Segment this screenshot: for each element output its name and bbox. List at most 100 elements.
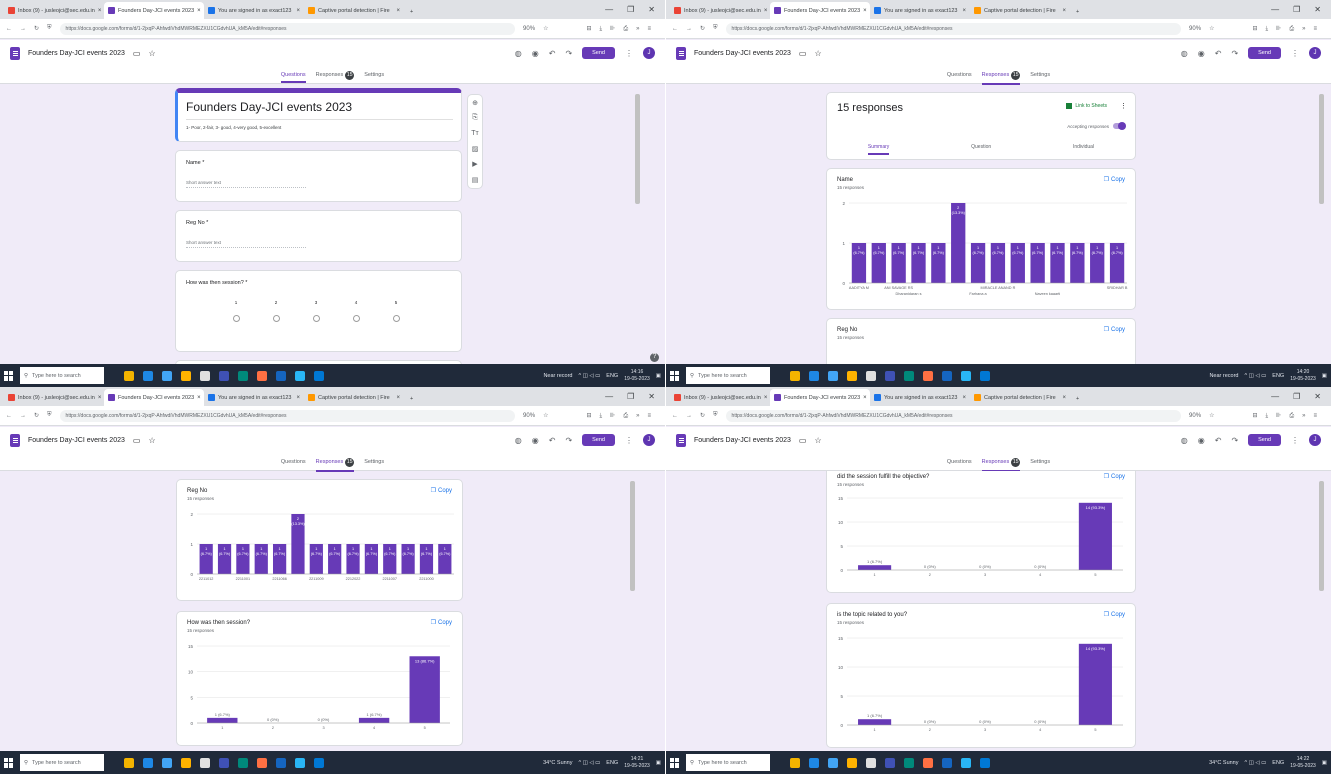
browser-tab[interactable]: You are signed in as exact123 × — [870, 2, 970, 19]
redo-icon[interactable]: ↷ — [1231, 49, 1238, 58]
help-icon[interactable]: ? — [650, 353, 659, 362]
tab-settings[interactable]: Settings — [364, 459, 384, 465]
taskbar-search[interactable]: ⚲ Type here to search — [686, 754, 770, 771]
taskbar-app-icon[interactable] — [904, 370, 914, 381]
taskbar-app-icon[interactable] — [790, 370, 800, 381]
more-options-icon[interactable]: ⋮ — [1291, 436, 1299, 445]
taskbar-search[interactable]: ⚲ Type here to search — [20, 754, 104, 771]
preview-icon[interactable]: ◉ — [1198, 49, 1205, 58]
redo-icon[interactable]: ↷ — [565, 436, 572, 445]
taskbar-app-icon[interactable] — [809, 757, 819, 768]
taskbar-app-icon[interactable] — [295, 370, 305, 381]
send-button[interactable]: Send — [582, 47, 615, 59]
taskbar-app-icon[interactable] — [314, 370, 324, 381]
send-button[interactable]: Send — [582, 434, 615, 446]
taskbar-app-icon[interactable] — [847, 757, 857, 768]
scale-option[interactable]: 4 — [336, 300, 376, 322]
close-tab-icon[interactable]: × — [764, 395, 768, 401]
maximize-button[interactable]: ❐ — [627, 5, 634, 14]
tab-responses[interactable]: Responses 15 — [981, 457, 1021, 472]
radio-button[interactable] — [232, 315, 240, 322]
bookmark-star-icon[interactable]: ☆ — [1209, 25, 1214, 32]
tab-settings[interactable]: Settings — [1030, 72, 1050, 78]
minimize-button[interactable]: — — [605, 5, 613, 14]
browser-tab[interactable]: Captive portal detection | Fire × — [970, 2, 1070, 19]
back-icon[interactable]: ← — [672, 413, 678, 419]
taskbar-app-icon[interactable] — [162, 370, 172, 381]
send-button[interactable]: Send — [1248, 434, 1281, 446]
maximize-button[interactable]: ❐ — [1293, 5, 1300, 14]
zoom-level[interactable]: 90% — [1189, 26, 1201, 32]
taskbar-app-icon[interactable] — [809, 370, 819, 381]
browser-tab[interactable]: Inbox (9) - jusleojci@sec.edu.in × — [4, 2, 104, 19]
page-scrollbar[interactable] — [1319, 481, 1324, 591]
avatar[interactable]: J — [643, 47, 655, 59]
close-tab-icon[interactable]: × — [98, 8, 102, 14]
close-tab-icon[interactable]: × — [962, 8, 966, 14]
minimize-button[interactable]: — — [1271, 392, 1279, 401]
page-scrollbar[interactable] — [1319, 94, 1324, 204]
taskbar-app-icon[interactable] — [942, 757, 952, 768]
taskbar-app-icon[interactable] — [276, 370, 286, 381]
close-window-button[interactable]: ✕ — [1314, 5, 1321, 14]
folder-icon[interactable]: ▭ — [799, 49, 807, 58]
notification-icon[interactable]: ▣ — [1322, 373, 1327, 379]
taskbar-search[interactable]: ⚲ Type here to search — [20, 367, 104, 384]
radio-button[interactable] — [352, 315, 360, 322]
close-tab-icon[interactable]: × — [197, 8, 201, 14]
subtab-summary[interactable]: Summary — [867, 144, 890, 155]
taskbar-app-icon[interactable] — [885, 370, 895, 381]
undo-icon[interactable]: ↶ — [549, 436, 556, 445]
avatar[interactable]: J — [643, 434, 655, 446]
taskbar-app-icon[interactable] — [124, 757, 134, 768]
tab-responses[interactable]: Responses 15 — [981, 70, 1021, 85]
redo-icon[interactable]: ↷ — [1231, 436, 1238, 445]
close-window-button[interactable]: ✕ — [648, 5, 655, 14]
taskbar-clock[interactable]: 14:16 19-05-2023 — [624, 369, 650, 383]
tab-questions[interactable]: Questions — [947, 459, 972, 465]
tab-questions[interactable]: Questions — [281, 459, 306, 465]
browser-tab[interactable]: Inbox (9) - jusleojci@sec.edu.in × — [4, 389, 104, 406]
zoom-level[interactable]: 90% — [1189, 413, 1201, 419]
windows-start-icon[interactable] — [670, 370, 680, 381]
forward-icon[interactable]: → — [686, 26, 692, 32]
send-button[interactable]: Send — [1248, 47, 1281, 59]
more-options-icon[interactable]: ⋮ — [1120, 102, 1127, 110]
question-card[interactable]: Reg No * Short answer text — [175, 210, 462, 262]
url-field[interactable]: https://docs.google.com/forms/d/1-2jxqP-… — [59, 22, 516, 35]
browser-tab[interactable]: Inbox (9) - jusleojci@sec.edu.in × — [670, 389, 770, 406]
scale-option[interactable]: 1 — [216, 300, 256, 322]
close-tab-icon[interactable]: × — [296, 8, 300, 14]
taskbar-app-icon[interactable] — [181, 370, 191, 381]
undo-icon[interactable]: ↶ — [1215, 436, 1222, 445]
close-tab-icon[interactable]: × — [1062, 395, 1066, 401]
close-tab-icon[interactable]: × — [1062, 8, 1066, 14]
taskbar-app-icon[interactable] — [923, 370, 933, 381]
tab-responses[interactable]: Responses 15 — [316, 70, 355, 80]
windows-start-icon[interactable] — [670, 757, 680, 768]
copy-chart-button[interactable]: ❐ Copy — [1104, 611, 1125, 619]
maximize-button[interactable]: ❐ — [1293, 392, 1300, 401]
star-icon[interactable]: ☆ — [814, 436, 821, 445]
folder-icon[interactable]: ▭ — [133, 49, 141, 58]
back-icon[interactable]: ← — [6, 26, 12, 32]
taskbar-app-icon[interactable] — [961, 757, 971, 768]
taskbar-app-icon[interactable] — [200, 757, 210, 768]
import-questions-icon[interactable]: ⎘ — [472, 114, 478, 122]
tab-questions[interactable]: Questions — [947, 72, 972, 78]
add-video-icon[interactable]: ▶ — [472, 160, 477, 168]
radio-button[interactable] — [392, 315, 400, 322]
forward-icon[interactable]: → — [20, 26, 26, 32]
url-field[interactable]: https://docs.google.com/forms/d/1-2jxqP-… — [725, 22, 1182, 35]
close-window-button[interactable]: ✕ — [1314, 392, 1321, 401]
taskbar-app-icon[interactable] — [238, 370, 248, 381]
taskbar-app-icon[interactable] — [828, 757, 838, 768]
folder-icon[interactable]: ▭ — [799, 436, 807, 445]
browser-tab[interactable]: Founders Day-JCI events 2023 × — [104, 389, 204, 406]
minimize-button[interactable]: — — [605, 392, 613, 401]
taskbar-app-icon[interactable] — [942, 370, 952, 381]
close-tab-icon[interactable]: × — [396, 8, 400, 14]
taskbar-clock[interactable]: 14:21 19-05-2023 — [624, 756, 650, 770]
bookmark-star-icon[interactable]: ☆ — [1209, 412, 1214, 419]
avatar[interactable]: J — [1309, 434, 1321, 446]
